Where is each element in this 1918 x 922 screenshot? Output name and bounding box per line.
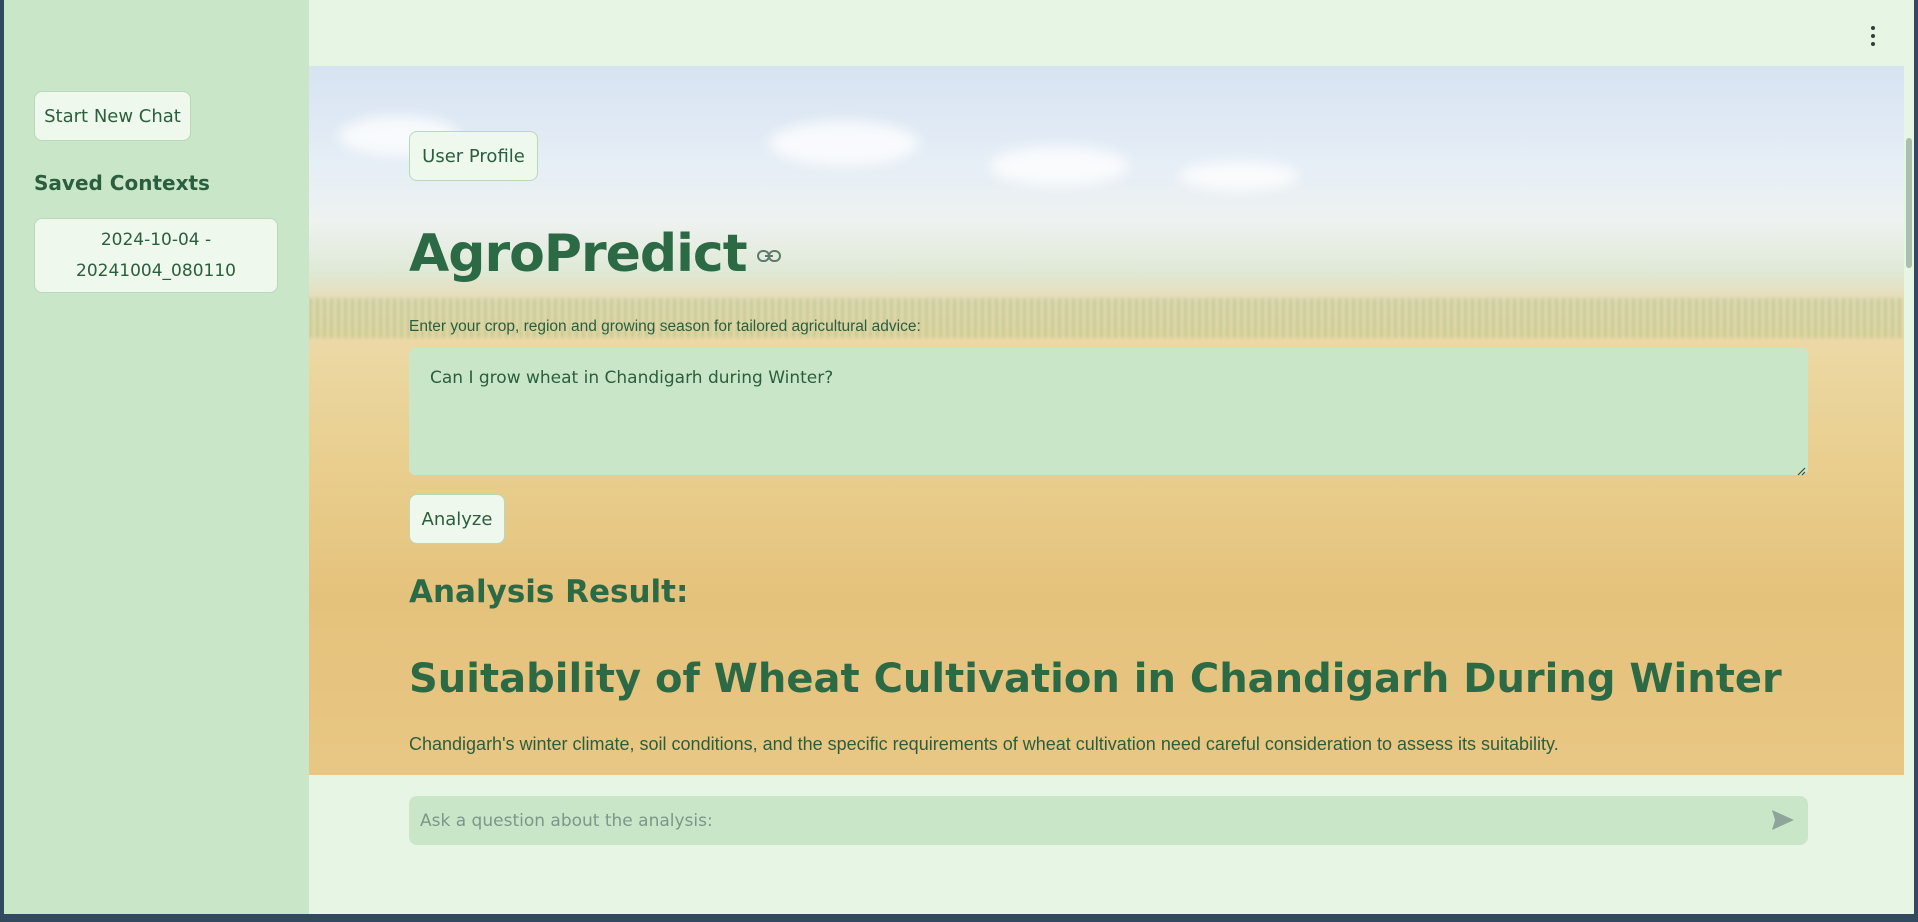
user-profile-button[interactable]: User Profile: [409, 131, 538, 181]
query-textarea[interactable]: Can I grow wheat in Chandigarh during Wi…: [409, 348, 1808, 475]
link-icon[interactable]: [756, 249, 781, 268]
scrollbar-track[interactable]: [1904, 66, 1914, 775]
title-row: AgroPredict: [409, 224, 781, 284]
cloud-decoration: [989, 146, 1129, 186]
result-title: Suitability of Wheat Cultivation in Chan…: [409, 656, 1782, 702]
saved-contexts-title: Saved Contexts: [34, 171, 210, 195]
chat-bar: [309, 775, 1914, 914]
send-icon[interactable]: [1771, 809, 1795, 836]
kebab-menu-icon[interactable]: [1868, 26, 1878, 46]
analysis-result-heading: Analysis Result:: [409, 574, 689, 610]
chat-input[interactable]: [409, 796, 1749, 845]
page-title: AgroPredict: [409, 224, 748, 284]
analyze-button[interactable]: Analyze: [409, 494, 505, 544]
cloud-decoration: [769, 121, 919, 166]
main-content[interactable]: User Profile AgroPredict Enter your crop…: [309, 66, 1904, 775]
query-input-label: Enter your crop, region and growing seas…: [409, 318, 921, 335]
top-header: [309, 0, 1914, 66]
chat-input-container: [409, 796, 1808, 845]
sidebar: Start New Chat Saved Contexts 2024-10-04…: [4, 0, 309, 914]
start-new-chat-button[interactable]: Start New Chat: [34, 91, 191, 141]
saved-context-item[interactable]: 2024-10-04 - 20241004_080110: [34, 218, 278, 293]
result-paragraph: Chandigarh's winter climate, soil condit…: [409, 734, 1559, 754]
cloud-decoration: [1179, 161, 1299, 191]
saved-context-id: 20241004_080110: [76, 260, 236, 281]
app-window: Start New Chat Saved Contexts 2024-10-04…: [4, 0, 1914, 914]
scrollbar-thumb[interactable]: [1906, 138, 1912, 268]
saved-context-date: 2024-10-04 -: [100, 229, 212, 250]
